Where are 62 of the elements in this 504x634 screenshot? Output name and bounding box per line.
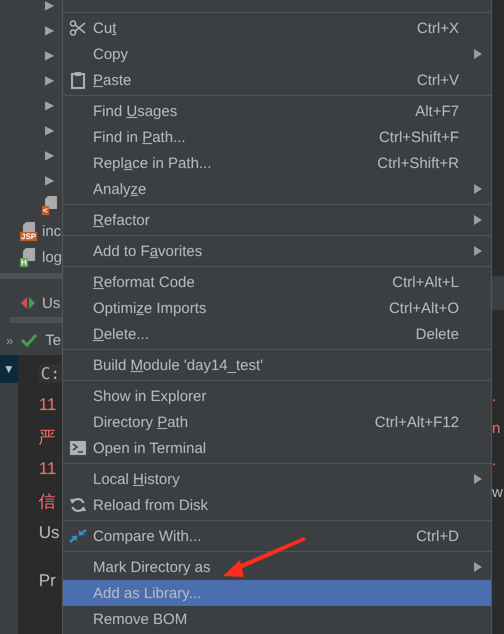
menu-item[interactable]: Mark Directory as bbox=[63, 554, 491, 580]
menu-item[interactable]: Compare With... Ctrl+D bbox=[63, 523, 491, 549]
menu-item[interactable]: Replace in Path... Ctrl+Shift+R bbox=[63, 150, 491, 176]
menu-item[interactable]: Reformat Code Ctrl+Alt+L bbox=[63, 269, 491, 295]
menu-item[interactable]: Paste Ctrl+V bbox=[63, 67, 491, 93]
shortcut-text: Ctrl+V bbox=[416, 72, 459, 88]
console-text: . bbox=[492, 388, 496, 404]
shortcut-text: Ctrl+D bbox=[416, 528, 459, 544]
menu-item[interactable]: Refactor bbox=[63, 207, 491, 233]
console-text: w bbox=[492, 484, 503, 500]
console-text: 11 bbox=[38, 459, 56, 479]
shortcut-text: Ctrl+X bbox=[416, 20, 459, 36]
shortcut-text: Ctrl+Alt+O bbox=[388, 300, 459, 316]
menu-item[interactable]: Local History bbox=[63, 466, 491, 492]
compare-icon bbox=[68, 527, 88, 545]
menu-item[interactable]: Find Usages Alt+F7 bbox=[63, 98, 491, 124]
file-name[interactable]: log bbox=[42, 248, 62, 266]
menu-item[interactable]: Remove BOM bbox=[63, 606, 491, 632]
shortcut-text: Ctrl+Shift+F bbox=[378, 128, 459, 146]
menu-item[interactable]: Find in Path... Ctrl+Shift+F bbox=[63, 124, 491, 150]
expand-toggle[interactable]: ▶ bbox=[45, 48, 54, 62]
menu-item[interactable]: Directory Path Ctrl+Alt+F12 bbox=[63, 409, 491, 435]
expand-toggle[interactable]: ▶ bbox=[45, 172, 54, 186]
expand-toggle[interactable]: ▶ bbox=[45, 122, 54, 136]
clipboard-icon bbox=[69, 71, 87, 89]
expand-toggle[interactable]: ▶ bbox=[45, 72, 54, 86]
terminal-icon bbox=[69, 440, 87, 456]
console-text: C: bbox=[38, 364, 62, 382]
console-text: Pr bbox=[38, 571, 56, 591]
shortcut-text: Delete bbox=[416, 326, 459, 342]
shortcut-text: Ctrl+Shift+R bbox=[377, 154, 459, 172]
reload-icon bbox=[69, 496, 87, 514]
shortcut-text: Ctrl+Alt+F12 bbox=[374, 414, 459, 430]
menu-item[interactable]: Analyze bbox=[63, 176, 491, 202]
menu-item[interactable]: Cut Ctrl+X bbox=[63, 15, 491, 41]
check-icon bbox=[21, 333, 38, 347]
shortcut-text: Ctrl+Alt+L bbox=[392, 274, 459, 290]
expand-toggle[interactable]: ▶ bbox=[45, 148, 54, 162]
expand-toggle[interactable]: ▶ bbox=[45, 0, 54, 12]
console-text: Us bbox=[38, 523, 60, 543]
shortcut-text: Alt+F7 bbox=[415, 102, 459, 120]
menu-item[interactable]: Delete... Delete bbox=[63, 321, 491, 347]
console-text: . bbox=[492, 452, 496, 468]
console-text: n bbox=[492, 420, 500, 436]
scissors-icon bbox=[69, 19, 87, 37]
run-icon bbox=[20, 296, 36, 310]
menu-item[interactable]: Reload from Disk bbox=[63, 492, 491, 518]
menu-item[interactable]: Copy bbox=[63, 41, 491, 67]
expand-toggle[interactable]: ▶ bbox=[45, 98, 54, 112]
menu-item[interactable]: Add to Favorites bbox=[63, 238, 491, 264]
menu-item[interactable]: Open in Terminal bbox=[63, 435, 491, 461]
file-name[interactable]: inc bbox=[42, 222, 62, 240]
expand-toggle[interactable]: ▶ bbox=[45, 22, 54, 36]
console-text: 11 bbox=[38, 395, 56, 415]
console-text: 信 bbox=[38, 490, 56, 512]
menu-item[interactable]: Build Module 'day14_test' bbox=[63, 352, 491, 378]
test-label: Te bbox=[45, 332, 62, 348]
console-text: 严 bbox=[38, 426, 56, 448]
menu-item[interactable]: Show in Explorer bbox=[63, 383, 491, 409]
run-tab[interactable]: Us bbox=[42, 294, 60, 312]
more-button[interactable]: » bbox=[6, 332, 14, 348]
menu-item[interactable]: Optimize Imports Ctrl+Alt+O bbox=[63, 295, 491, 321]
